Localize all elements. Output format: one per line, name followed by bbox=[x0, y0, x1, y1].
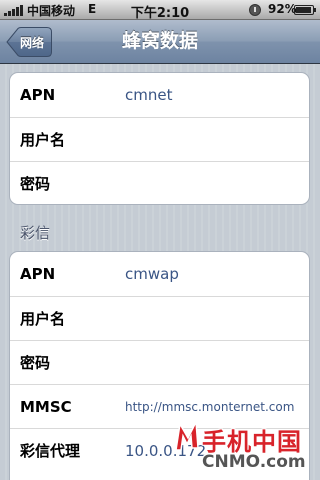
navigation-bar: 网络 蜂窝数据 bbox=[0, 20, 320, 64]
mms-password-label: 密码 bbox=[20, 354, 51, 372]
mms-apn-label: APN bbox=[20, 265, 56, 283]
cellular-data-group: APN cmnet 用户名 密码 bbox=[9, 72, 310, 205]
apn-row[interactable]: APN cmnet bbox=[10, 73, 309, 117]
mms-username-label: 用户名 bbox=[20, 310, 66, 328]
page-title: 蜂窝数据 bbox=[121, 30, 198, 52]
battery-fill bbox=[296, 7, 311, 13]
back-button-label: 网络 bbox=[19, 35, 44, 50]
cnmo-logo-icon bbox=[175, 420, 199, 451]
mms-password-row[interactable]: 密码 bbox=[10, 340, 309, 384]
battery-icon bbox=[294, 5, 316, 15]
username-row[interactable]: 用户名 bbox=[10, 117, 309, 161]
battery-percentage: 92% bbox=[268, 2, 297, 16]
mms-apn-row[interactable]: APN cmwap bbox=[10, 252, 309, 296]
mms-proxy-label: 彩信代理 bbox=[20, 442, 81, 460]
rotation-lock-icon bbox=[249, 4, 261, 16]
mmsc-label: MMSC bbox=[20, 398, 72, 416]
password-row[interactable]: 密码 bbox=[10, 161, 309, 204]
status-bar: 中国移动 E 下午2:10 92% bbox=[0, 0, 320, 21]
password-label: 密码 bbox=[20, 175, 51, 193]
mms-apn-field[interactable]: cmwap bbox=[125, 252, 179, 296]
apn-label: APN bbox=[20, 86, 56, 104]
cnmo-watermark: 手机中国 CNMO.com bbox=[172, 418, 320, 480]
username-label: 用户名 bbox=[20, 131, 66, 149]
mms-section-header: 彩信 bbox=[20, 224, 51, 242]
mms-username-row[interactable]: 用户名 bbox=[10, 296, 309, 340]
apn-field[interactable]: cmnet bbox=[125, 73, 172, 117]
back-button[interactable]: 网络 bbox=[6, 27, 52, 57]
watermark-english-text: CNMO.com bbox=[202, 452, 306, 472]
